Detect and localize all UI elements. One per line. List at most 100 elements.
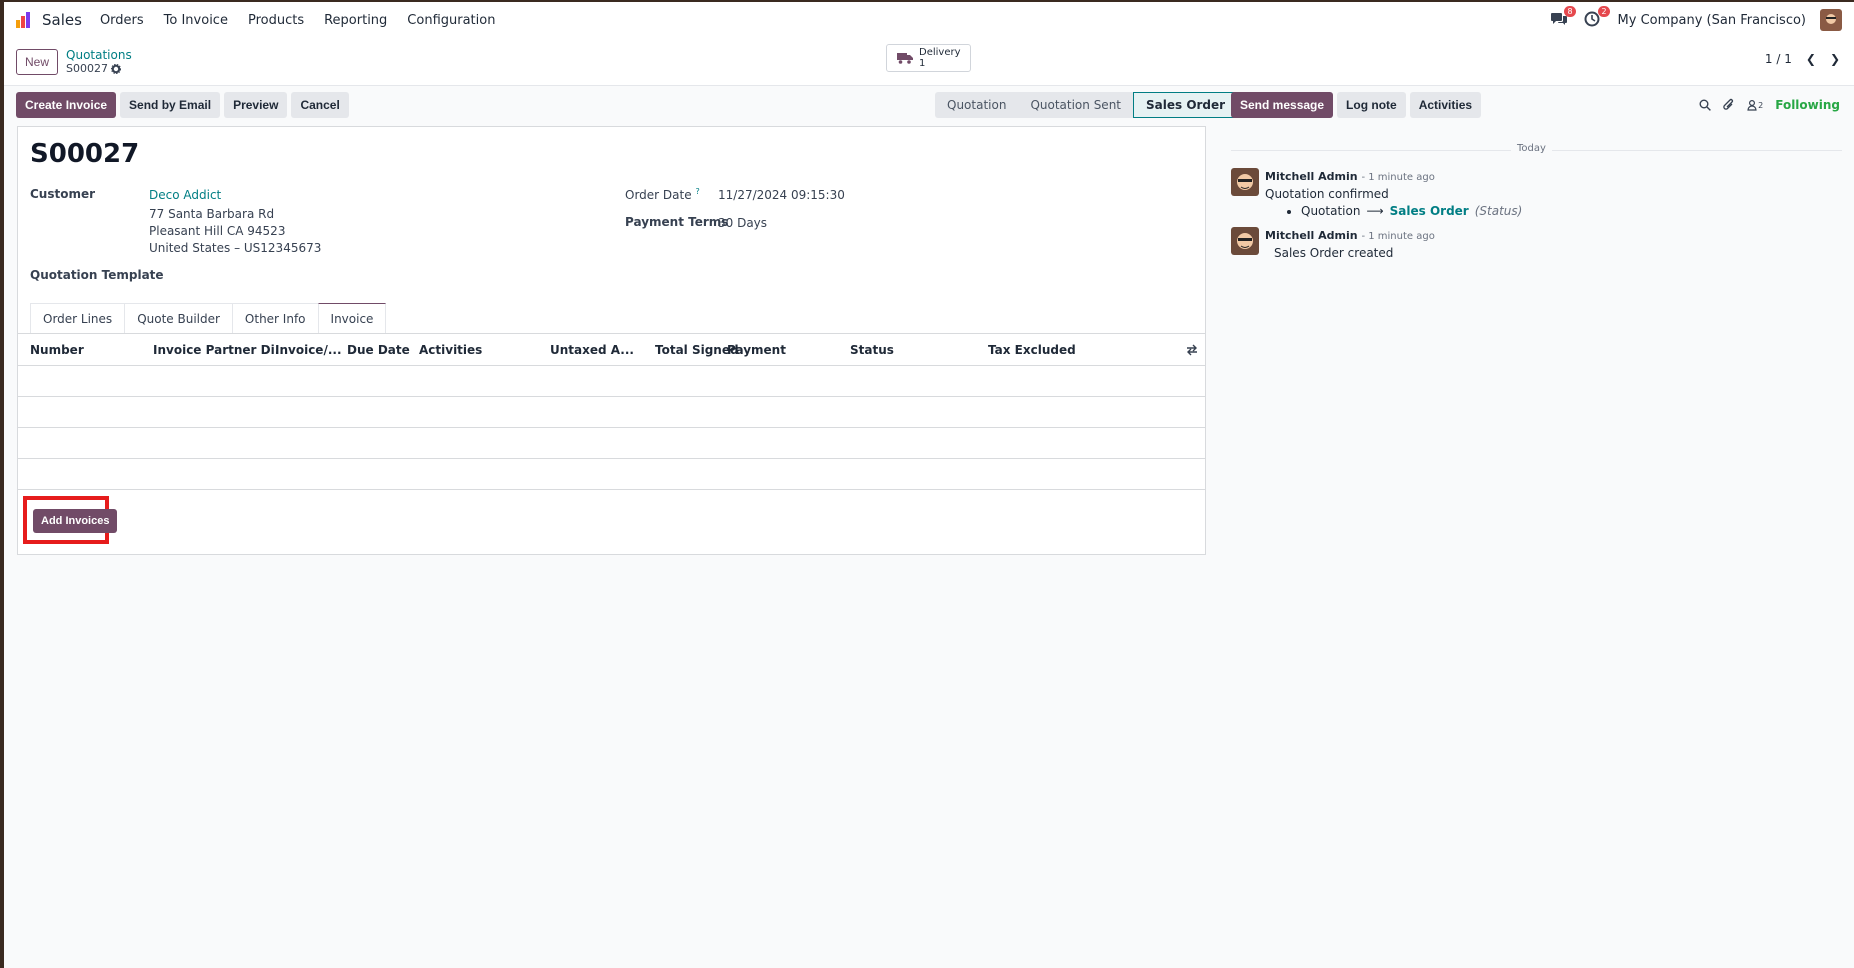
delivery-smart-button[interactable]: Delivery 1	[886, 44, 971, 72]
menu-to-invoice[interactable]: To Invoice	[164, 13, 228, 28]
order-date-help-icon[interactable]: ?	[695, 187, 699, 196]
message-author[interactable]: Mitchell Admin	[1265, 229, 1358, 242]
invoice-table-header: Number Invoice Partner Di... Invoice/...…	[18, 333, 1205, 366]
menu-configuration[interactable]: Configuration	[407, 13, 495, 28]
tab-order-lines[interactable]: Order Lines	[30, 303, 126, 333]
column-due-date[interactable]: Due Date	[347, 343, 410, 357]
tab-invoice[interactable]: Invoice	[317, 303, 387, 333]
column-tax-excluded[interactable]: Tax Excluded	[988, 343, 1076, 357]
followers-count: 2	[1758, 100, 1764, 110]
stage-quotation-sent[interactable]: Quotation Sent	[1018, 92, 1133, 118]
new-button[interactable]: New	[16, 48, 59, 75]
today-label: Today	[1511, 143, 1552, 154]
current-record-name: S00027	[66, 61, 108, 75]
navbar-systray: 8 2 My Company (San Francisco)	[1550, 6, 1842, 31]
app-frame: Sales Orders To Invoice Products Reporti…	[4, 2, 1854, 968]
send-by-email-button[interactable]: Send by Email	[120, 92, 221, 118]
avatar[interactable]	[1231, 227, 1259, 255]
column-invoice-date[interactable]: Invoice/...	[275, 343, 342, 357]
message-author[interactable]: Mitchell Admin	[1265, 170, 1358, 183]
tracking-value: Quotation ⟶ Sales Order (Status)	[1287, 203, 1522, 220]
activities-count-badge: 2	[1598, 6, 1610, 17]
delivery-count: 1	[919, 58, 926, 69]
user-face-icon	[1826, 14, 1836, 24]
chatter-activities-button[interactable]: Activities	[1409, 92, 1482, 118]
menu-products[interactable]: Products	[248, 13, 304, 28]
form-notebook-tabs: Order Lines Quote Builder Other Info Inv…	[30, 303, 387, 333]
user-face-icon	[1237, 174, 1253, 190]
tracking-field-name: (Status)	[1474, 204, 1523, 218]
message-body: Mitchell Admin - 1 minute ago Sales Orde…	[1265, 227, 1435, 262]
create-invoice-button[interactable]: Create Invoice	[16, 92, 117, 118]
breadcrumb-current: S00027	[66, 62, 132, 76]
log-note-button[interactable]: Log note	[1337, 92, 1406, 118]
column-number[interactable]: Number	[30, 343, 84, 357]
stage-sales-order[interactable]: Sales Order	[1133, 92, 1239, 118]
column-untaxed-amount[interactable]: Untaxed A...	[550, 343, 634, 357]
customer-label: Customer	[30, 187, 96, 201]
tab-quote-builder[interactable]: Quote Builder	[124, 303, 233, 333]
send-message-button[interactable]: Send message	[1231, 92, 1334, 118]
chatter-topbar-icons: 2 Following	[1699, 98, 1840, 112]
preview-button[interactable]: Preview	[224, 92, 288, 118]
column-activities[interactable]: Activities	[419, 343, 482, 357]
pager-previous-icon[interactable]: ❮	[1806, 52, 1816, 66]
tracking-new-value: Sales Order	[1389, 204, 1469, 218]
breadcrumb: Quotations S00027	[66, 48, 132, 76]
column-invoice-partner[interactable]: Invoice Partner Di...	[153, 343, 288, 357]
message-body: Mitchell Admin - 1 minute ago Quotation …	[1265, 168, 1522, 220]
app-name[interactable]: Sales	[42, 11, 82, 29]
customer-link[interactable]: Deco Addict	[149, 187, 221, 204]
table-row	[18, 366, 1205, 397]
form-action-bar: Create Invoice Send by Email Preview Can…	[16, 92, 349, 118]
following-toggle[interactable]: Following	[1775, 98, 1840, 112]
form-sheet: S00027 Customer Deco Addict 77 Santa Bar…	[17, 126, 1206, 555]
order-date-label-text: Order Date	[625, 188, 692, 202]
chatter-actions: Send message Log note Activities	[1231, 92, 1482, 118]
messages-button[interactable]: 8	[1550, 6, 1576, 29]
payment-terms-label: Payment Terms	[625, 215, 729, 229]
sales-app-icon[interactable]	[16, 12, 34, 28]
cancel-button[interactable]: Cancel	[291, 92, 349, 118]
customer-address-line2: Pleasant Hill CA 94523	[149, 224, 286, 238]
message-text: Quotation confirmed	[1265, 187, 1389, 201]
table-row	[18, 459, 1205, 490]
table-row	[18, 428, 1205, 459]
menu-orders[interactable]: Orders	[100, 13, 144, 28]
top-navbar: Sales Orders To Invoice Products Reporti…	[4, 2, 1854, 38]
avatar[interactable]	[1231, 168, 1259, 196]
followers-button[interactable]: 2	[1747, 99, 1763, 111]
customer-address-line1: 77 Santa Barbara Rd	[149, 207, 275, 221]
menu-reporting[interactable]: Reporting	[324, 13, 387, 28]
search-icon[interactable]	[1699, 99, 1712, 111]
truck-icon	[897, 53, 913, 64]
pager-value[interactable]: 1 / 1	[1765, 52, 1792, 66]
tracking-old-value: Quotation	[1301, 204, 1361, 218]
tab-other-info[interactable]: Other Info	[231, 303, 319, 333]
arrow-right-icon: ⟶	[1366, 204, 1384, 218]
payment-terms-value[interactable]: 30 Days	[718, 215, 767, 232]
add-invoices-highlight: Add Invoices	[23, 496, 118, 544]
delivery-text: Delivery 1	[919, 47, 961, 69]
optional-columns-icon[interactable]	[1186, 344, 1198, 356]
order-date-value[interactable]: 11/27/2024 09:15:30	[718, 187, 845, 204]
pager-next-icon[interactable]: ❯	[1830, 52, 1840, 66]
company-switcher[interactable]: My Company (San Francisco)	[1618, 13, 1806, 28]
control-panel: New Quotations S00027 Delivery 1 1 / 1 ❮…	[4, 38, 1854, 86]
add-invoices-button[interactable]: Add Invoices	[33, 509, 118, 533]
user-avatar[interactable]	[1820, 9, 1842, 31]
activities-button[interactable]: 2	[1584, 6, 1610, 29]
clock-icon	[1584, 11, 1600, 27]
column-status[interactable]: Status	[850, 343, 894, 357]
user-icon	[1747, 99, 1757, 111]
paperclip-icon[interactable]	[1723, 98, 1735, 112]
column-payment[interactable]: Payment	[727, 343, 786, 357]
delivery-label: Delivery	[919, 47, 961, 58]
breadcrumb-quotations[interactable]: Quotations	[66, 48, 132, 62]
status-bar: Quotation Quotation Sent Sales Order	[935, 92, 1239, 118]
gear-icon[interactable]	[111, 63, 121, 74]
stage-quotation[interactable]: Quotation	[935, 92, 1018, 118]
order-date-label: Order Date ?	[625, 187, 700, 202]
chatter-message: Mitchell Admin - 1 minute ago Quotation …	[1231, 168, 1522, 220]
chatter-message: Mitchell Admin - 1 minute ago Sales Orde…	[1231, 227, 1435, 262]
